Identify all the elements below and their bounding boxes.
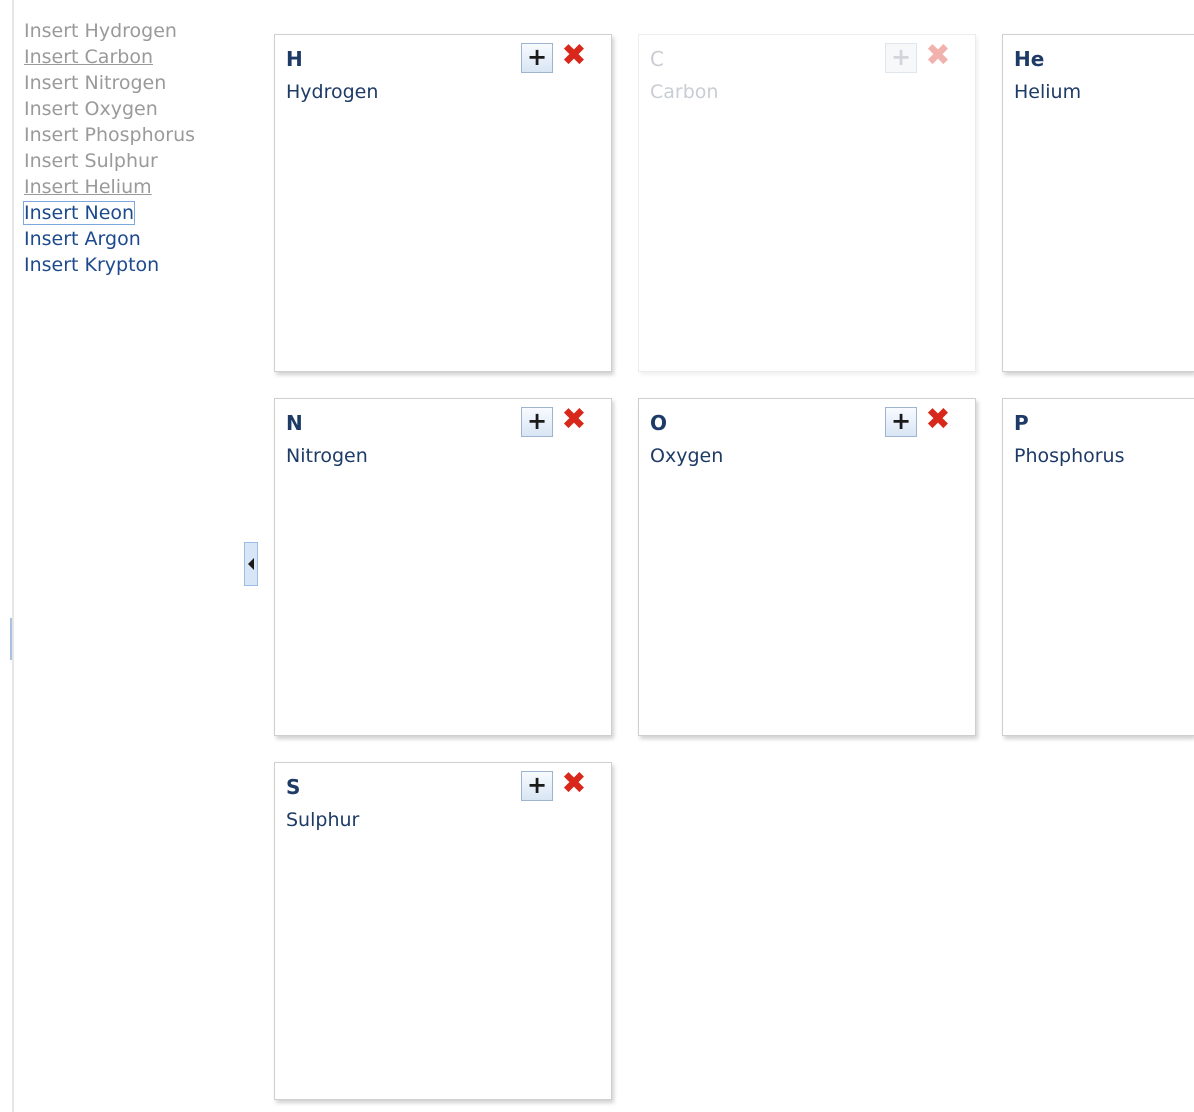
element-symbol: S <box>286 775 301 799</box>
add-button[interactable]: + <box>521 407 553 437</box>
element-card-nitrogen: N Nitrogen + ✖ <box>274 398 612 736</box>
insert-phosphorus-label: Insert Phosphorus <box>24 124 196 146</box>
insert-krypton-link[interactable]: Insert Krypton <box>24 252 234 278</box>
element-name: Carbon <box>650 81 719 103</box>
element-card-carbon: C Carbon + ✖ <box>638 34 976 372</box>
remove-button[interactable]: ✖ <box>923 41 953 71</box>
element-card-helium: He Helium <box>1002 34 1194 372</box>
insert-helium-link[interactable]: Insert Helium <box>24 174 234 200</box>
add-button[interactable]: + <box>521 43 553 73</box>
insert-helium-label: Insert Helium <box>24 176 152 198</box>
element-card-oxygen: O Oxygen + ✖ <box>638 398 976 736</box>
insert-sulphur-link[interactable]: Insert Sulphur <box>24 148 234 174</box>
element-symbol: C <box>650 47 664 71</box>
remove-button[interactable]: ✖ <box>923 405 953 435</box>
insert-hydrogen-label: Insert Hydrogen <box>24 20 177 42</box>
insert-carbon-label: Insert Carbon <box>24 46 153 68</box>
remove-button[interactable]: ✖ <box>559 41 589 71</box>
element-name: Sulphur <box>286 809 360 831</box>
insert-carbon-link[interactable]: Insert Carbon <box>24 44 234 70</box>
insert-sulphur-label: Insert Sulphur <box>24 150 158 172</box>
insert-nitrogen-label: Insert Nitrogen <box>24 72 167 94</box>
element-name: Helium <box>1014 81 1082 103</box>
add-button[interactable]: + <box>885 407 917 437</box>
insert-phosphorus-link[interactable]: Insert Phosphorus <box>24 122 234 148</box>
element-name: Nitrogen <box>286 445 368 467</box>
insert-nitrogen-link[interactable]: Insert Nitrogen <box>24 70 234 96</box>
element-symbol: P <box>1014 411 1029 435</box>
insert-sidebar: Insert Hydrogen Insert Carbon Insert Nit… <box>22 18 234 278</box>
element-symbol: He <box>1014 47 1045 71</box>
add-button[interactable]: + <box>885 43 917 73</box>
insert-neon-label: Insert Neon <box>22 201 136 225</box>
element-name: Phosphorus <box>1014 445 1125 467</box>
insert-argon-label: Insert Argon <box>24 228 141 250</box>
collapse-panel-tab[interactable] <box>244 542 258 586</box>
splitter-handle[interactable] <box>10 618 12 660</box>
insert-neon-link[interactable]: Insert Neon <box>22 200 234 226</box>
element-symbol: H <box>286 47 303 71</box>
insert-oxygen-link[interactable]: Insert Oxygen <box>24 96 234 122</box>
element-card-hydrogen: H Hydrogen + ✖ <box>274 34 612 372</box>
remove-button[interactable]: ✖ <box>559 405 589 435</box>
insert-oxygen-label: Insert Oxygen <box>24 98 158 120</box>
insert-argon-link[interactable]: Insert Argon <box>24 226 234 252</box>
element-card-phosphorus: P Phosphorus <box>1002 398 1194 736</box>
insert-krypton-label: Insert Krypton <box>24 254 160 276</box>
element-symbol: N <box>286 411 303 435</box>
insert-hydrogen-link[interactable]: Insert Hydrogen <box>24 18 234 44</box>
remove-button[interactable]: ✖ <box>559 769 589 799</box>
element-name: Hydrogen <box>286 81 379 103</box>
element-card-sulphur: S Sulphur + ✖ <box>274 762 612 1100</box>
element-name: Oxygen <box>650 445 724 467</box>
element-symbol: O <box>650 411 668 435</box>
add-button[interactable]: + <box>521 771 553 801</box>
left-divider <box>12 0 14 1112</box>
